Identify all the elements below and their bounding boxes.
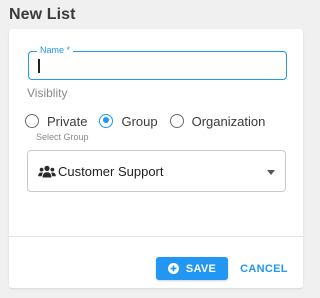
new-list-form-card: Name * Visiblity Private Group Organizat… bbox=[9, 29, 303, 288]
dropdown-arrow-icon[interactable] bbox=[267, 170, 275, 175]
users-icon bbox=[38, 165, 56, 178]
save-button[interactable]: SAVE bbox=[156, 257, 228, 280]
radio-organization[interactable] bbox=[169, 114, 184, 128]
name-field-label: Name * bbox=[37, 45, 74, 56]
radio-group-label: Group bbox=[121, 113, 158, 129]
select-group-label: Select Group bbox=[36, 132, 89, 142]
group-select-value: Customer Support bbox=[58, 164, 164, 179]
visibility-option-private[interactable]: Private bbox=[25, 114, 87, 129]
radio-group[interactable] bbox=[99, 114, 114, 128]
visibility-option-organization[interactable]: Organization bbox=[169, 113, 266, 129]
actions-divider bbox=[9, 236, 303, 237]
visibility-label: Visiblity bbox=[27, 86, 68, 100]
radio-private[interactable] bbox=[25, 114, 39, 128]
new-list-page: New List Name * Visiblity Private Group … bbox=[0, 0, 313, 298]
plus-circle-icon bbox=[167, 263, 179, 274]
radio-private-label: Private bbox=[47, 113, 88, 129]
group-select[interactable]: Customer Support bbox=[27, 150, 286, 192]
page-title: New List bbox=[9, 6, 76, 23]
visibility-option-group[interactable]: Group bbox=[99, 113, 158, 129]
radio-organization-label: Organization bbox=[191, 113, 266, 129]
name-input[interactable] bbox=[39, 57, 274, 75]
visibility-radio-group: Private Group Organization bbox=[25, 111, 277, 131]
save-button-label: SAVE bbox=[185, 262, 217, 275]
name-field[interactable]: Name * bbox=[28, 45, 287, 80]
cancel-button[interactable]: CANCEL bbox=[236, 257, 292, 280]
